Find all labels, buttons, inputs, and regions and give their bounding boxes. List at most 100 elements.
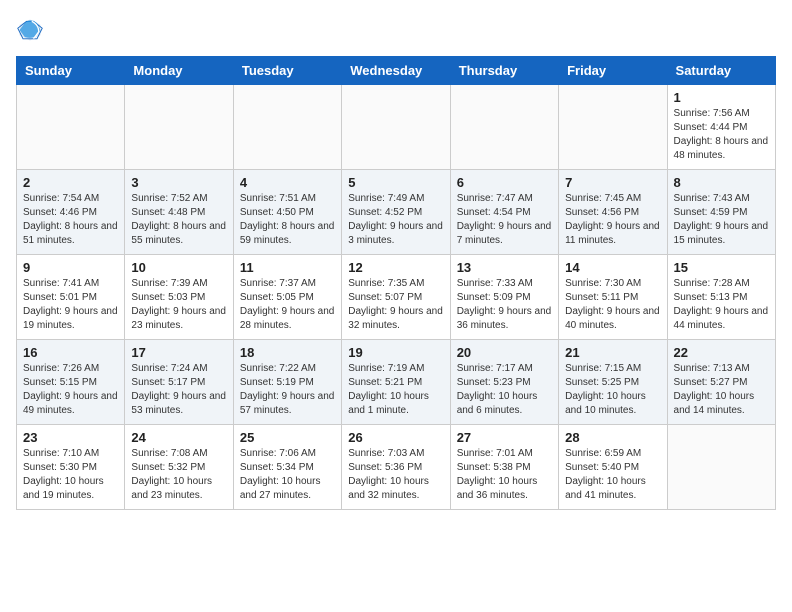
calendar-cell: 1 Sunrise: 7:56 AM Sunset: 4:44 PM Daylig… [667,85,775,170]
day-number: 4 [240,175,335,190]
calendar-cell: 22 Sunrise: 7:13 AM Sunset: 5:27 PM Dayli… [667,340,775,425]
header-wednesday: Wednesday [342,57,450,85]
week-row-2: 2 Sunrise: 7:54 AM Sunset: 4:46 PM Daylig… [17,170,776,255]
calendar-cell [450,85,558,170]
day-number: 3 [131,175,226,190]
day-info: Sunrise: 7:47 AM Sunset: 4:54 PM Dayligh… [457,192,552,248]
day-info: Sunrise: 7:35 AM Sunset: 5:07 PM Dayligh… [348,277,443,333]
day-info: Sunrise: 6:59 AM Sunset: 5:40 PM Dayligh… [565,447,660,503]
day-info: Sunrise: 7:52 AM Sunset: 4:48 PM Dayligh… [131,192,226,248]
calendar-cell: 12 Sunrise: 7:35 AM Sunset: 5:07 PM Dayli… [342,255,450,340]
calendar-cell: 21 Sunrise: 7:15 AM Sunset: 5:25 PM Dayli… [559,340,667,425]
day-number: 10 [131,260,226,275]
day-info: Sunrise: 7:03 AM Sunset: 5:36 PM Dayligh… [348,447,443,503]
day-number: 26 [348,430,443,445]
week-row-5: 23 Sunrise: 7:10 AM Sunset: 5:30 PM Dayli… [17,425,776,510]
week-row-3: 9 Sunrise: 7:41 AM Sunset: 5:01 PM Daylig… [17,255,776,340]
calendar-cell [17,85,125,170]
calendar-cell: 28Sunrise: 6:59 AM Sunset: 5:40 PM Dayli… [559,425,667,510]
calendar-cell: 2 Sunrise: 7:54 AM Sunset: 4:46 PM Daylig… [17,170,125,255]
calendar-cell: 18 Sunrise: 7:22 AM Sunset: 5:19 PM Dayli… [233,340,341,425]
day-number: 16 [23,345,118,360]
day-number: 1 [674,90,769,105]
calendar-cell: 17 Sunrise: 7:24 AM Sunset: 5:17 PM Dayli… [125,340,233,425]
header-tuesday: Tuesday [233,57,341,85]
day-info: Sunrise: 7:22 AM Sunset: 5:19 PM Dayligh… [240,362,335,418]
day-number: 13 [457,260,552,275]
calendar-cell: 14 Sunrise: 7:30 AM Sunset: 5:11 PM Dayli… [559,255,667,340]
week-row-1: 1 Sunrise: 7:56 AM Sunset: 4:44 PM Daylig… [17,85,776,170]
calendar-cell: 9 Sunrise: 7:41 AM Sunset: 5:01 PM Daylig… [17,255,125,340]
logo-icon [16,16,44,44]
day-number: 22 [674,345,769,360]
logo [16,16,48,44]
calendar-cell: 10 Sunrise: 7:39 AM Sunset: 5:03 PM Dayli… [125,255,233,340]
calendar-cell: 8Sunrise: 7:43 AM Sunset: 4:59 PM Daylig… [667,170,775,255]
day-info: Sunrise: 7:13 AM Sunset: 5:27 PM Dayligh… [674,362,769,418]
day-number: 5 [348,175,443,190]
calendar-cell: 26 Sunrise: 7:03 AM Sunset: 5:36 PM Dayli… [342,425,450,510]
header-friday: Friday [559,57,667,85]
day-number: 18 [240,345,335,360]
calendar-cell [125,85,233,170]
day-number: 24 [131,430,226,445]
day-number: 27 [457,430,552,445]
day-number: 23 [23,430,118,445]
calendar-cell: 23 Sunrise: 7:10 AM Sunset: 5:30 PM Dayli… [17,425,125,510]
day-number: 8 [674,175,769,190]
calendar-cell [342,85,450,170]
day-number: 15 [674,260,769,275]
day-info: Sunrise: 7:49 AM Sunset: 4:52 PM Dayligh… [348,192,443,248]
calendar-cell: 4 Sunrise: 7:51 AM Sunset: 4:50 PM Daylig… [233,170,341,255]
day-info: Sunrise: 7:33 AM Sunset: 5:09 PM Dayligh… [457,277,552,333]
day-number: 25 [240,430,335,445]
calendar-cell: 7Sunrise: 7:45 AM Sunset: 4:56 PM Daylig… [559,170,667,255]
calendar-cell: 19 Sunrise: 7:19 AM Sunset: 5:21 PM Dayli… [342,340,450,425]
calendar-cell [559,85,667,170]
calendar-cell: 16 Sunrise: 7:26 AM Sunset: 5:15 PM Dayli… [17,340,125,425]
calendar-cell: 3 Sunrise: 7:52 AM Sunset: 4:48 PM Daylig… [125,170,233,255]
calendar-cell: 5 Sunrise: 7:49 AM Sunset: 4:52 PM Daylig… [342,170,450,255]
day-info: Sunrise: 7:54 AM Sunset: 4:46 PM Dayligh… [23,192,118,248]
day-info: Sunrise: 7:01 AM Sunset: 5:38 PM Dayligh… [457,447,552,503]
day-info: Sunrise: 7:06 AM Sunset: 5:34 PM Dayligh… [240,447,335,503]
header-sunday: Sunday [17,57,125,85]
header-thursday: Thursday [450,57,558,85]
day-info: Sunrise: 7:51 AM Sunset: 4:50 PM Dayligh… [240,192,335,248]
day-number: 19 [348,345,443,360]
day-info: Sunrise: 7:10 AM Sunset: 5:30 PM Dayligh… [23,447,118,503]
day-info: Sunrise: 7:30 AM Sunset: 5:11 PM Dayligh… [565,277,660,333]
header-monday: Monday [125,57,233,85]
day-number: 11 [240,260,335,275]
calendar-cell: 27 Sunrise: 7:01 AM Sunset: 5:38 PM Dayli… [450,425,558,510]
day-number: 2 [23,175,118,190]
day-number: 14 [565,260,660,275]
day-info: Sunrise: 7:15 AM Sunset: 5:25 PM Dayligh… [565,362,660,418]
page-header [16,16,776,44]
day-info: Sunrise: 7:37 AM Sunset: 5:05 PM Dayligh… [240,277,335,333]
day-number: 17 [131,345,226,360]
calendar-cell: 24 Sunrise: 7:08 AM Sunset: 5:32 PM Dayli… [125,425,233,510]
day-info: Sunrise: 7:19 AM Sunset: 5:21 PM Dayligh… [348,362,443,418]
day-info: Sunrise: 7:17 AM Sunset: 5:23 PM Dayligh… [457,362,552,418]
day-number: 7 [565,175,660,190]
day-number: 20 [457,345,552,360]
calendar: SundayMondayTuesdayWednesdayThursdayFrid… [16,56,776,510]
week-row-4: 16 Sunrise: 7:26 AM Sunset: 5:15 PM Dayli… [17,340,776,425]
day-number: 9 [23,260,118,275]
day-info: Sunrise: 7:28 AM Sunset: 5:13 PM Dayligh… [674,277,769,333]
calendar-cell: 25 Sunrise: 7:06 AM Sunset: 5:34 PM Dayli… [233,425,341,510]
day-info: Sunrise: 7:41 AM Sunset: 5:01 PM Dayligh… [23,277,118,333]
day-info: Sunrise: 7:26 AM Sunset: 5:15 PM Dayligh… [23,362,118,418]
day-info: Sunrise: 7:39 AM Sunset: 5:03 PM Dayligh… [131,277,226,333]
day-info: Sunrise: 7:08 AM Sunset: 5:32 PM Dayligh… [131,447,226,503]
calendar-cell [233,85,341,170]
day-info: Sunrise: 7:24 AM Sunset: 5:17 PM Dayligh… [131,362,226,418]
calendar-cell: 6 Sunrise: 7:47 AM Sunset: 4:54 PM Daylig… [450,170,558,255]
day-number: 6 [457,175,552,190]
day-number: 12 [348,260,443,275]
day-number: 21 [565,345,660,360]
header-saturday: Saturday [667,57,775,85]
day-info: Sunrise: 7:56 AM Sunset: 4:44 PM Dayligh… [674,107,769,163]
calendar-cell: 11 Sunrise: 7:37 AM Sunset: 5:05 PM Dayli… [233,255,341,340]
